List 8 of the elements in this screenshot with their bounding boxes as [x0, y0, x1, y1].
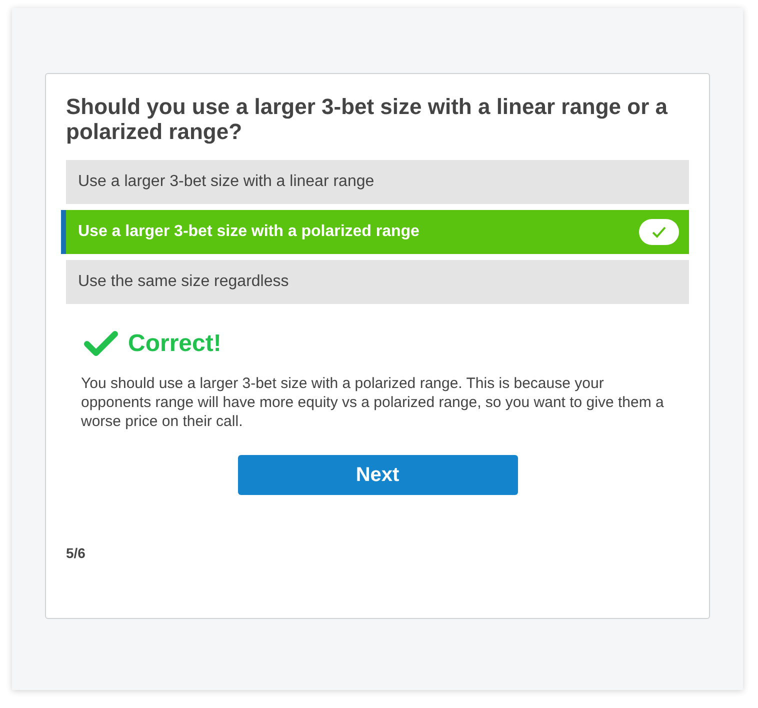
question-text: Should you use a larger 3-bet size with a linear range or a polarized range?: [66, 94, 669, 144]
progress-counter: 5/6: [66, 545, 86, 561]
answer-option[interactable]: Use the same size regardless: [66, 260, 689, 304]
next-button[interactable]: Next: [238, 455, 518, 495]
answer-option[interactable]: Use a larger 3-bet size with a linear range: [66, 160, 689, 204]
check-badge-icon: [639, 219, 679, 245]
explanation-text: You should use a larger 3-bet size with a polarized range. This is because your opponents range will have more equity vs a polarized range, so you want to give them a worse price on their call.: [81, 374, 665, 431]
result-title: Correct!: [128, 330, 222, 358]
